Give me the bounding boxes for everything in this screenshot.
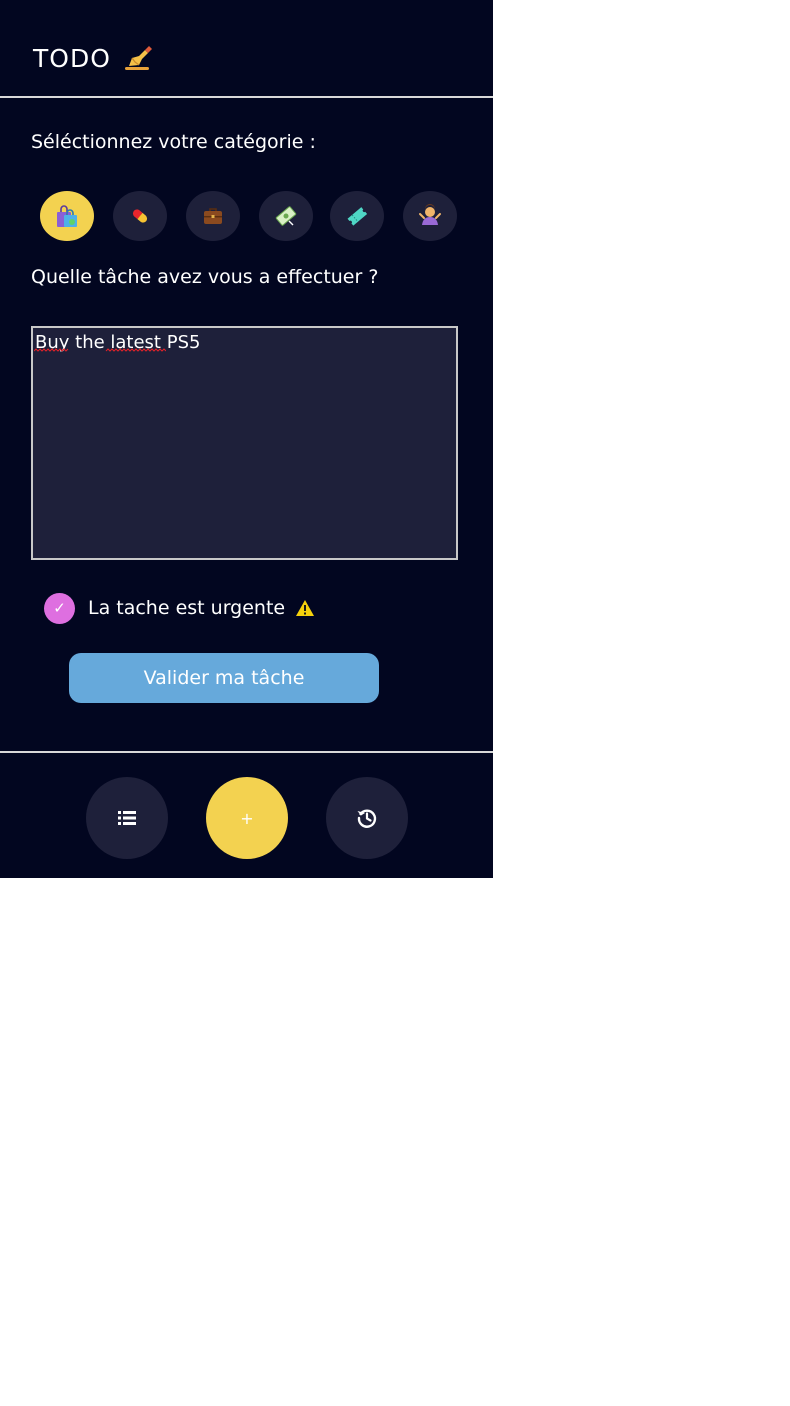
spellcheck-underline [34,348,166,352]
category-health-button[interactable] [113,191,167,241]
bottom-nav: + [0,751,493,880]
nav-add-button[interactable]: + [206,777,288,859]
header: TODO [0,0,493,98]
pill-icon [132,209,148,223]
category-shopping-button[interactable] [40,191,94,241]
money-bill-icon [275,206,297,226]
history-icon [357,809,377,828]
briefcase-icon [204,208,222,224]
plus-icon: + [240,808,254,828]
nav-list-button[interactable] [86,777,168,859]
todo-app: TODO Séléctionnez votre catégorie : Quel… [0,0,493,878]
writing-hand-icon [123,45,153,72]
check-icon: ✓ [53,599,66,617]
list-icon [118,811,136,825]
category-leisure-button[interactable] [330,191,384,241]
urgent-label: La tache est urgente [88,597,286,619]
task-textarea[interactable]: Buy the latest PS5 [31,326,458,560]
submit-task-button[interactable]: Valider ma tâche [69,653,379,703]
urgent-checkbox[interactable]: ✓ [44,592,75,624]
page-title-text: TODO [33,44,111,73]
ticket-icon [347,207,368,226]
person-shrugging-icon [419,204,441,225]
page-title: TODO [33,44,153,73]
shopping-bags-icon [57,205,77,227]
category-label: Séléctionnez votre catégorie : [31,131,316,153]
nav-history-button[interactable] [326,777,408,859]
category-money-button[interactable] [259,191,313,241]
urgent-row: ✓ La tache est urgente [44,592,315,624]
category-selector [40,191,458,241]
category-other-button[interactable] [403,191,457,241]
category-work-button[interactable] [186,191,240,241]
warning-icon [295,599,315,617]
task-label: Quelle tâche avez vous a effectuer ? [31,266,379,288]
